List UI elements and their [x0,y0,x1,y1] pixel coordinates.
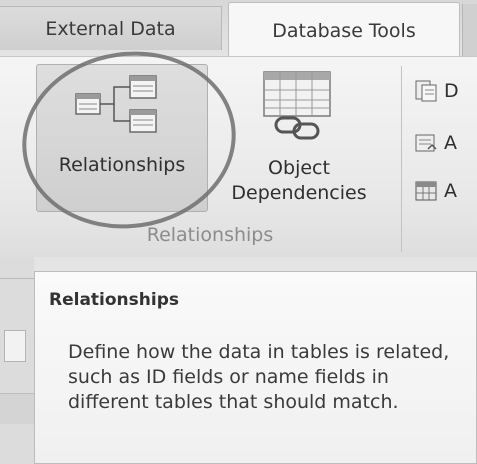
tab-external-data-label: External Data [45,17,176,40]
tooltip-body: Define how the data in tables is related… [68,341,450,413]
navigation-pane-divider [0,278,34,279]
tab-external-data[interactable]: External Data [0,6,222,50]
relationships-group-label: Relationships [146,224,274,246]
object-dependencies-label-line1: Object [268,157,330,179]
analyze-table-button[interactable]: A [414,176,477,206]
object-dependencies-button[interactable]: Object Dependencies [208,156,390,206]
analyze-table-icon [415,181,437,201]
analyze-performance-label: A [444,132,457,154]
navigation-pane-item[interactable] [0,393,34,424]
database-documenter-label: D [444,80,459,102]
tab-database-tools[interactable]: Database Tools [228,2,460,58]
database-documenter-icon [415,80,437,102]
tooltip-title: Relationships [49,290,179,310]
navigation-pane-search-box[interactable] [4,330,26,362]
ribbon-group-separator [401,66,402,252]
tab-database-tools-label: Database Tools [272,19,416,42]
analyze-performance-button[interactable]: A [414,128,477,158]
tab-next-partial[interactable] [462,4,477,56]
object-dependencies-label-line2: Dependencies [231,182,367,204]
analyze-table-label: A [444,180,457,202]
access-ribbon-screenshot: External Data Database Tools Relationshi… [0,0,477,464]
object-dependencies-icon[interactable] [262,70,332,142]
analyze-performance-icon [415,134,437,152]
ribbon-tab-strip: External Data Database Tools [0,0,477,58]
database-documenter-button[interactable]: D [414,76,477,106]
